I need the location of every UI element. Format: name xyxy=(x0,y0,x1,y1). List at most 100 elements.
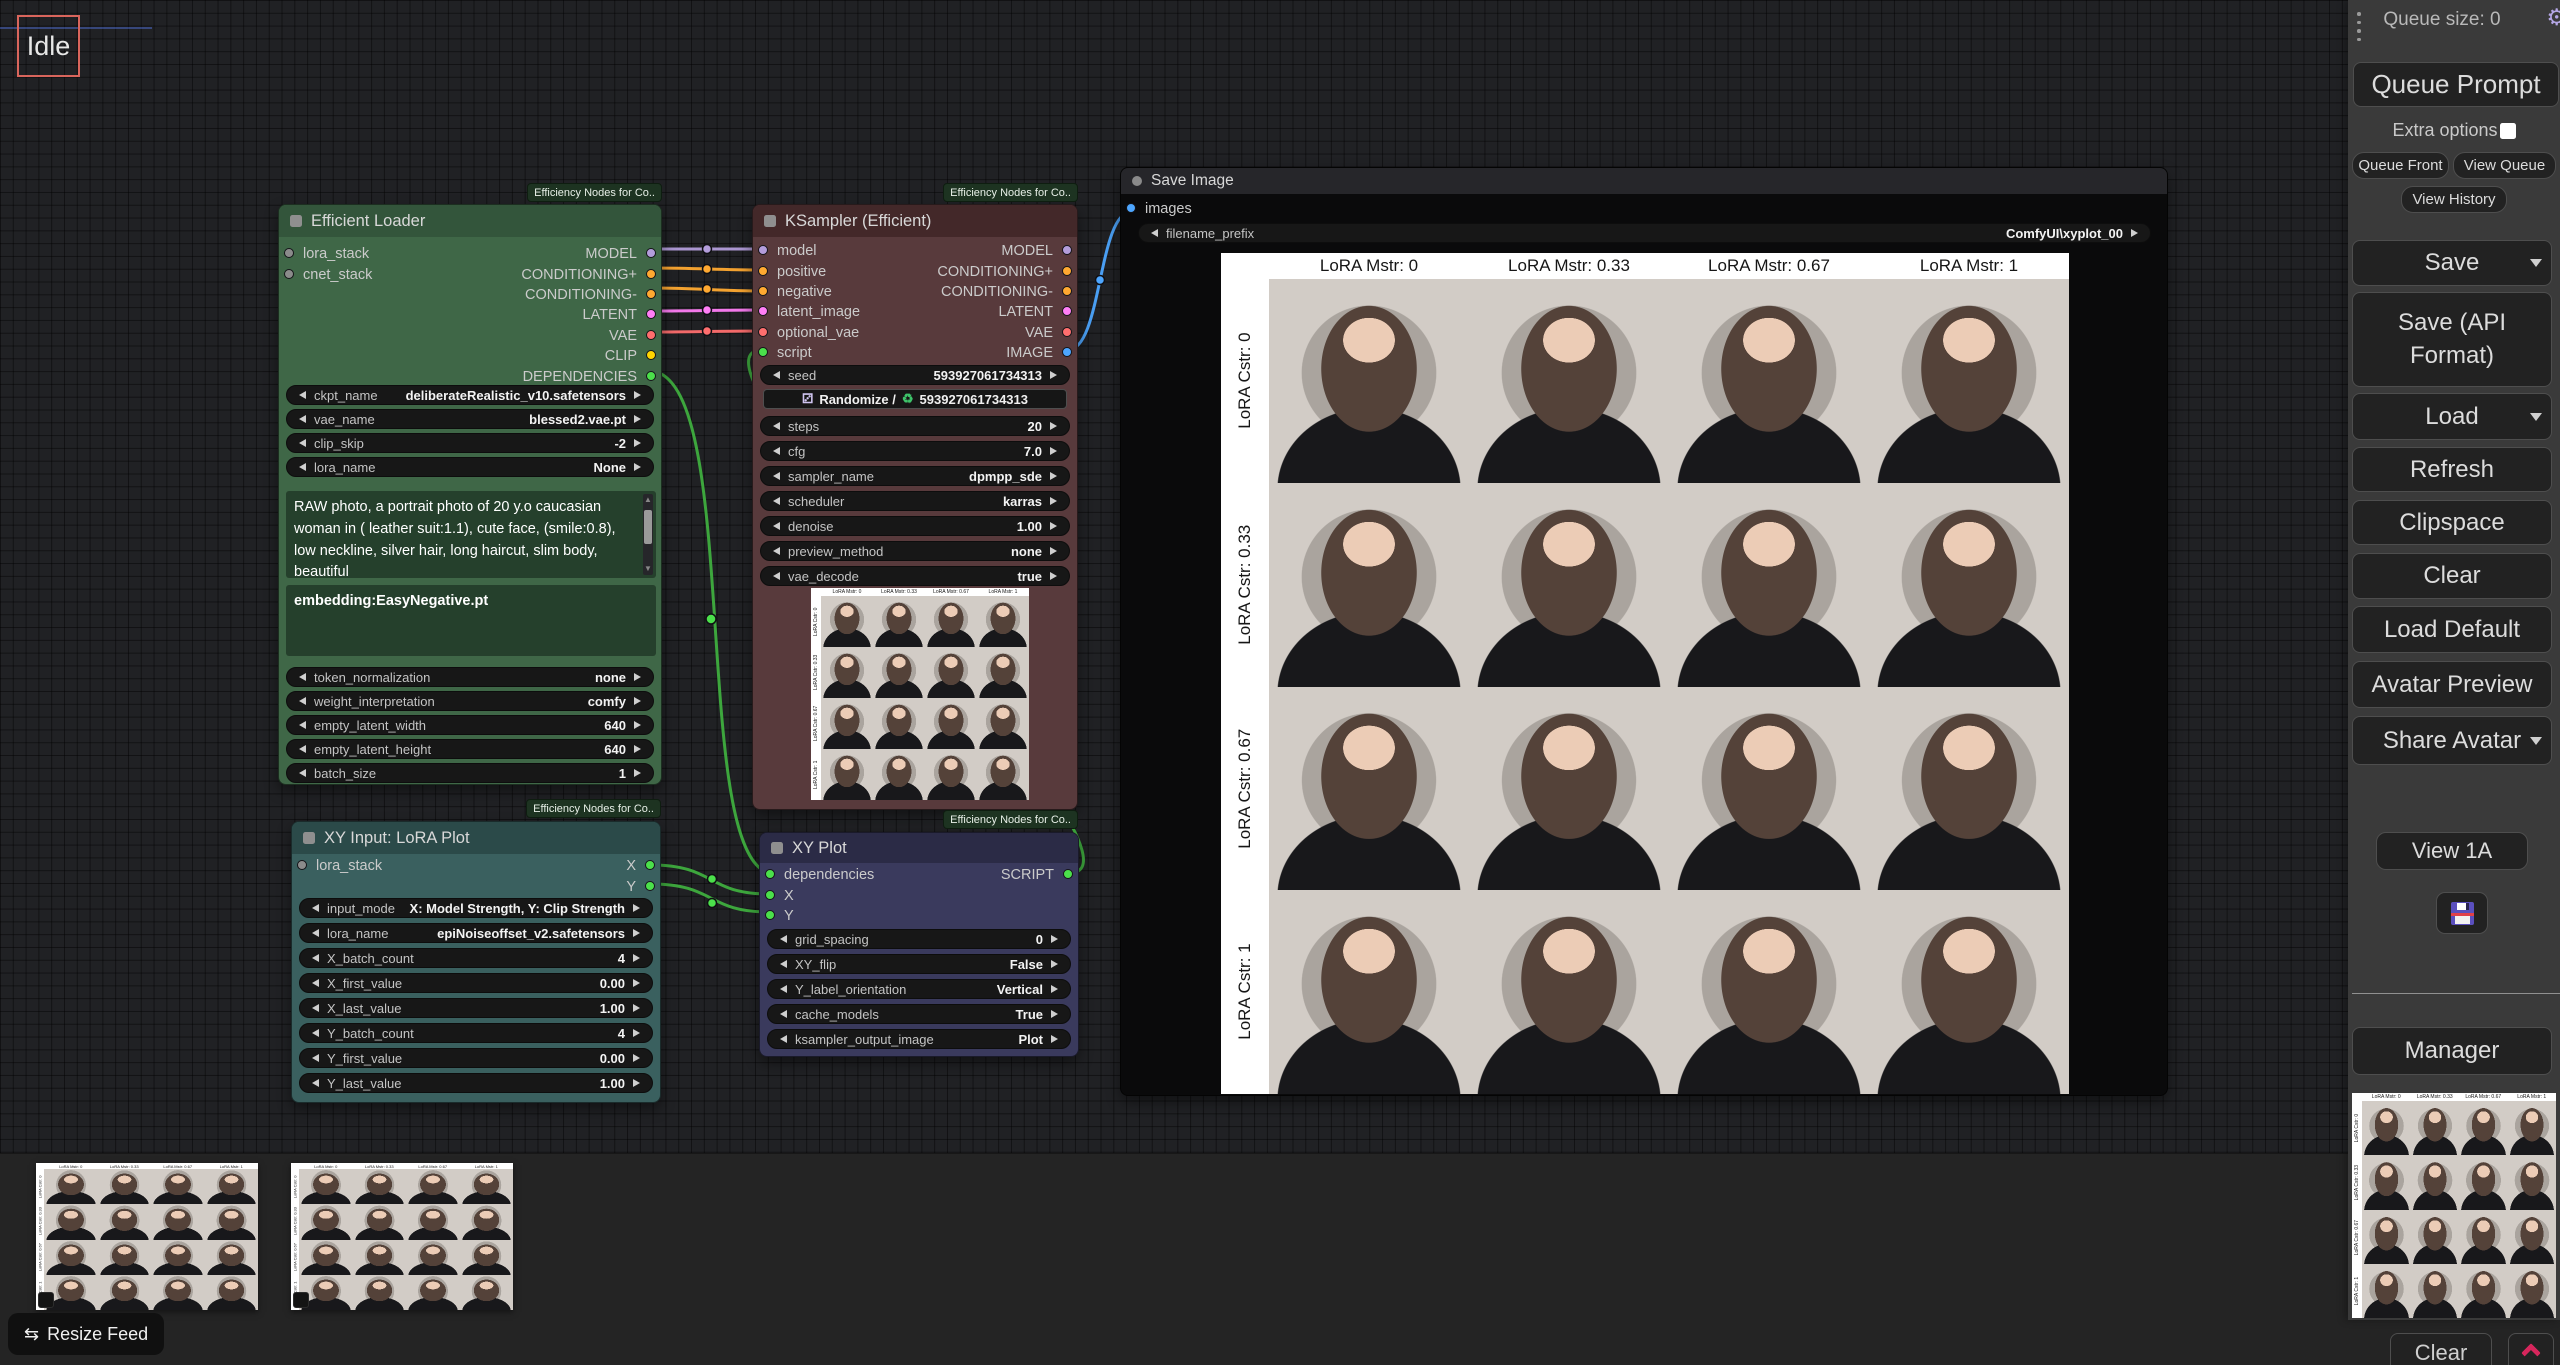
widget-grid_spacing[interactable]: grid_spacing0 xyxy=(767,929,1071,949)
increase-arrow-icon[interactable] xyxy=(634,673,645,681)
decrease-arrow-icon[interactable] xyxy=(776,960,787,968)
scrollbar[interactable]: ▲▼ xyxy=(643,494,653,575)
decrease-arrow-icon[interactable] xyxy=(295,439,306,447)
slot-dot-icon[interactable] xyxy=(1063,869,1073,879)
slot-dot-icon[interactable] xyxy=(765,890,775,900)
increase-arrow-icon[interactable] xyxy=(634,721,645,729)
slot-dot-icon[interactable] xyxy=(646,269,656,279)
manager-button[interactable]: Manager xyxy=(2352,1027,2552,1075)
increase-arrow-icon[interactable] xyxy=(634,415,645,423)
resize-feed-button[interactable]: ⇆ Resize Feed xyxy=(8,1313,164,1355)
output-slot-VAE[interactable]: VAE xyxy=(753,323,1077,343)
node-title-bar[interactable]: KSampler (Efficient) xyxy=(753,205,1077,237)
slot-dot-icon[interactable] xyxy=(1062,347,1072,357)
load-button[interactable]: Load xyxy=(2352,393,2552,440)
decrease-arrow-icon[interactable] xyxy=(295,415,306,423)
decrease-arrow-icon[interactable] xyxy=(295,391,306,399)
xy-plot-result-image[interactable]: LoRA Mstr: 0LoRA Mstr: 0.33LoRA Mstr: 0.… xyxy=(1221,253,2069,1094)
widget-filename_prefix[interactable]: filename_prefixComfyUI\xyplot_00 xyxy=(1138,223,2151,243)
widget-cache_models[interactable]: cache_modelsTrue xyxy=(767,1004,1071,1024)
increase-arrow-icon[interactable] xyxy=(1050,472,1061,480)
widget-vae_decode[interactable]: vae_decodetrue xyxy=(760,566,1070,586)
increase-arrow-icon[interactable] xyxy=(633,929,644,937)
slot-dot-icon[interactable] xyxy=(765,910,775,920)
slot-dot-icon[interactable] xyxy=(1062,306,1072,316)
widget-weight_interpretation[interactable]: weight_interpretationcomfy xyxy=(286,691,654,711)
decrease-arrow-icon[interactable] xyxy=(308,929,319,937)
output-slot-CONDITIONING-[interactable]: CONDITIONING- xyxy=(753,282,1077,302)
save-api-format-button[interactable]: Save (API Format) xyxy=(2352,292,2552,387)
increase-arrow-icon[interactable] xyxy=(634,391,645,399)
decrease-arrow-icon[interactable] xyxy=(308,904,319,912)
decrease-arrow-icon[interactable] xyxy=(769,497,780,505)
increase-arrow-icon[interactable] xyxy=(634,769,645,777)
output-slot-LATENT[interactable]: LATENT xyxy=(753,302,1077,322)
output-slot-X[interactable]: X xyxy=(292,856,660,876)
slot-dot-icon[interactable] xyxy=(645,860,655,870)
decrease-arrow-icon[interactable] xyxy=(308,1004,319,1012)
increase-arrow-icon[interactable] xyxy=(1050,522,1061,530)
increase-arrow-icon[interactable] xyxy=(633,1054,644,1062)
decrease-arrow-icon[interactable] xyxy=(295,721,306,729)
node-xy-plot[interactable]: XY Plot dependenciesXY SCRIPT grid_spaci… xyxy=(759,832,1079,1057)
collapse-icon[interactable] xyxy=(303,832,315,844)
decrease-arrow-icon[interactable] xyxy=(769,422,780,430)
increase-arrow-icon[interactable] xyxy=(1051,960,1062,968)
input-slot-X[interactable]: X xyxy=(760,885,1078,905)
slot-dot-icon[interactable] xyxy=(646,330,656,340)
decrease-arrow-icon[interactable] xyxy=(308,1079,319,1087)
decrease-arrow-icon[interactable] xyxy=(769,447,780,455)
widget-sampler_name[interactable]: sampler_namedpmpp_sde xyxy=(760,466,1070,486)
input-slot-images[interactable]: images xyxy=(1121,199,2167,219)
widget-empty_latent_width[interactable]: empty_latent_width640 xyxy=(286,715,654,735)
view-queue-button[interactable]: View Queue xyxy=(2453,152,2556,179)
increase-arrow-icon[interactable] xyxy=(1050,572,1061,580)
output-slot-MODEL[interactable]: MODEL xyxy=(279,244,661,264)
increase-arrow-icon[interactable] xyxy=(1050,447,1061,455)
output-slot-MODEL[interactable]: MODEL xyxy=(753,241,1077,261)
slot-dot-icon[interactable] xyxy=(646,289,656,299)
decrease-arrow-icon[interactable] xyxy=(295,697,306,705)
collapse-icon[interactable] xyxy=(1132,176,1142,186)
sidebar-result-thumbnail[interactable]: LoRA Mstr: 0LoRA Mstr: 0.33LoRA Mstr: 0.… xyxy=(2352,1093,2556,1318)
output-slot-CONDITIONING-[interactable]: CONDITIONING- xyxy=(279,285,661,305)
randomize-seed-button[interactable]: ⚂ Randomize / ♻ 593927061734313 xyxy=(763,389,1067,409)
decrease-arrow-icon[interactable] xyxy=(769,371,780,379)
decrease-arrow-icon[interactable] xyxy=(769,472,780,480)
increase-arrow-icon[interactable] xyxy=(634,697,645,705)
widget-lora_name[interactable]: lora_nameepiNoiseoffset_v2.safetensors xyxy=(299,923,653,943)
share-avatar-button[interactable]: Share Avatar xyxy=(2352,716,2552,765)
slot-dot-icon[interactable] xyxy=(1062,286,1072,296)
decrease-arrow-icon[interactable] xyxy=(776,1010,787,1018)
node-save-image[interactable]: Save Image images filename_prefixComfyUI… xyxy=(1120,167,2168,1096)
output-slot-IMAGE[interactable]: IMAGE xyxy=(753,343,1077,363)
settings-gear-icon[interactable]: ⚙ xyxy=(2546,4,2560,31)
increase-arrow-icon[interactable] xyxy=(1050,547,1061,555)
widget-seed[interactable]: seed593927061734313 xyxy=(760,365,1070,385)
widget-empty_latent_height[interactable]: empty_latent_height640 xyxy=(286,739,654,759)
feed-thumb-action-button[interactable] xyxy=(293,1292,309,1308)
increase-arrow-icon[interactable] xyxy=(633,904,644,912)
widget-X_last_value[interactable]: X_last_value1.00 xyxy=(299,998,653,1018)
decrease-arrow-icon[interactable] xyxy=(776,1035,787,1043)
decrease-arrow-icon[interactable] xyxy=(308,1029,319,1037)
slot-dot-icon[interactable] xyxy=(1062,245,1072,255)
widget-Y_first_value[interactable]: Y_first_value0.00 xyxy=(299,1048,653,1068)
increase-arrow-icon[interactable] xyxy=(633,954,644,962)
increase-arrow-icon[interactable] xyxy=(634,439,645,447)
widget-vae_name[interactable]: vae_nameblessed2.vae.pt xyxy=(286,409,654,429)
positive-prompt-textarea[interactable]: RAW photo, a portrait photo of 20 y.o ca… xyxy=(286,491,656,578)
decrease-arrow-icon[interactable] xyxy=(295,769,306,777)
decrease-arrow-icon[interactable] xyxy=(1147,229,1158,237)
slot-dot-icon[interactable] xyxy=(1126,203,1136,213)
slot-dot-icon[interactable] xyxy=(646,309,656,319)
node-title-bar[interactable]: Efficient Loader xyxy=(279,205,661,237)
comfyui-canvas[interactable]: Idle Efficiency Nodes for Co.. xyxy=(0,0,2560,1365)
output-slot-Y[interactable]: Y xyxy=(292,876,660,896)
widget-Y_batch_count[interactable]: Y_batch_count4 xyxy=(299,1023,653,1043)
node-title-bar[interactable]: XY Plot xyxy=(760,833,1078,863)
widget-Y_last_value[interactable]: Y_last_value1.00 xyxy=(299,1073,653,1093)
decrease-arrow-icon[interactable] xyxy=(295,463,306,471)
queue-prompt-button[interactable]: Queue Prompt xyxy=(2353,62,2559,107)
feed-collapse-button[interactable] xyxy=(2508,1333,2554,1365)
